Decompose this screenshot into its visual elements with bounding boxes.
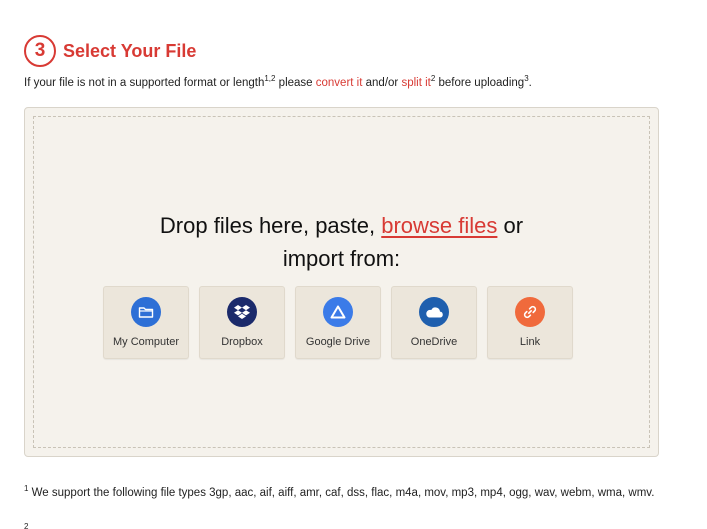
browse-files-link[interactable]: browse files [381, 213, 497, 238]
google-drive-icon [323, 297, 353, 327]
footnote-1-text: We support the following file types 3gp,… [28, 486, 655, 499]
dropzone-line-2: import from: [282, 246, 401, 271]
footnote-1: 1 We support the following file types 3g… [24, 480, 674, 502]
intro-mid-1: please [275, 76, 316, 89]
convert-it-link[interactable]: convert it [316, 77, 363, 89]
dropzone-line1-prefix: Drop files here, paste, [159, 213, 382, 238]
intro-sup-1: 1,2 [264, 74, 276, 83]
google-drive-button[interactable]: Google Drive [295, 286, 381, 359]
intro-suffix: . [528, 76, 532, 89]
folder-icon [131, 297, 161, 327]
step-header: 3 Select Your File [24, 35, 196, 67]
footnote-2-number: 2 [24, 522, 29, 529]
intro-mid-3: before uploading [435, 76, 525, 89]
split-it-link[interactable]: split it [401, 77, 430, 89]
link-button[interactable]: Link [487, 286, 573, 359]
footnote-2: 2 [24, 522, 28, 529]
my-computer-button[interactable]: My Computer [103, 286, 189, 359]
file-dropzone[interactable]: Drop files here, paste, browse files or … [24, 107, 659, 457]
step-title: Select Your File [63, 40, 197, 61]
my-computer-label: My Computer [112, 336, 180, 348]
intro-mid-2: and/or [362, 76, 402, 89]
intro-prefix: If your file is not in a supported forma… [24, 76, 265, 89]
dropzone-instructions: Drop files here, paste, browse files or … [34, 209, 649, 275]
link-icon [515, 297, 545, 327]
dropzone-line1-suffix: or [497, 213, 524, 238]
onedrive-label: OneDrive [410, 336, 458, 348]
import-sources: My Computer Dropbox Google Drive OneDriv… [103, 286, 583, 359]
dropbox-label: Dropbox [221, 336, 263, 348]
dropzone-dashed-border: Drop files here, paste, browse files or … [33, 116, 650, 448]
onedrive-button[interactable]: OneDrive [391, 286, 477, 359]
step-number-badge: 3 [24, 35, 56, 67]
intro-text: If your file is not in a supported forma… [24, 74, 532, 89]
link-label: Link [519, 336, 541, 348]
onedrive-icon [419, 297, 449, 327]
google-drive-label: Google Drive [305, 336, 371, 348]
dropzone-line-1: Drop files here, paste, browse files or [34, 209, 649, 242]
dropbox-icon [227, 297, 257, 327]
dropbox-button[interactable]: Dropbox [199, 286, 285, 359]
